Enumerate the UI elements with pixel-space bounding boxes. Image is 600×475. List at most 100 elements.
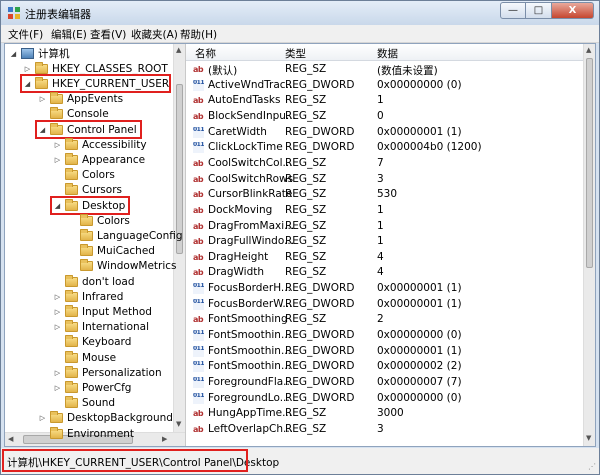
expand-arrow-icon[interactable]: ▷: [38, 414, 47, 423]
registry-value-row[interactable]: ab FontSmoothing REG_SZ 2: [186, 312, 581, 327]
column-header-name[interactable]: 名称: [195, 46, 216, 61]
scroll-down-icon[interactable]: ▼: [176, 420, 181, 428]
value-type-cell: REG_DWORD: [285, 344, 355, 357]
registry-value-row[interactable]: 011 110FocusBorderH...REG_DWORD0x0000000…: [186, 281, 581, 296]
scroll-up-icon[interactable]: ▲: [176, 46, 181, 54]
value-data-cell: 4: [377, 266, 384, 279]
tree-item[interactable]: ▷ HKEY_CLASSES_ROOT: [23, 61, 168, 76]
tree-item[interactable]: Cursors: [53, 183, 122, 198]
collapse-arrow-icon[interactable]: ◢: [53, 201, 62, 210]
registry-value-row[interactable]: ab CoolSwitchRows REG_SZ 3: [186, 172, 581, 187]
tree-item-label: Sound: [82, 397, 116, 410]
registry-value-row[interactable]: 011 110FontSmoothin...REG_DWORD0x0000000…: [186, 328, 581, 343]
registry-value-row[interactable]: 011 110ForegroundFla...REG_DWORD0x000000…: [186, 375, 581, 390]
tree-item[interactable]: ▷ DesktopBackground: [38, 411, 173, 426]
menu-favorites[interactable]: 收藏夹(A): [131, 27, 178, 42]
tree-item[interactable]: LanguageConfig: [68, 228, 183, 243]
tree-item[interactable]: ▷ Accessibility: [53, 137, 147, 152]
registry-value-row[interactable]: ab HungAppTime... REG_SZ 3000: [186, 406, 581, 421]
registry-values-list[interactable]: 名称 类型 数据 ▲ ▼ ab(默认)REG_SZ(数值未设置)011 110A…: [186, 44, 595, 446]
registry-value-row[interactable]: ab CursorBlinkRate REG_SZ 530: [186, 187, 581, 202]
expand-arrow-icon[interactable]: ▷: [23, 64, 32, 73]
registry-value-row[interactable]: ab LeftOverlapCh... REG_SZ 3: [186, 422, 581, 437]
collapse-arrow-icon[interactable]: ◢: [9, 49, 18, 58]
registry-value-row[interactable]: ab DragWidth REG_SZ 4: [186, 265, 581, 280]
menu-file[interactable]: 文件(F): [8, 27, 43, 42]
expand-arrow-icon[interactable]: ▷: [53, 383, 62, 392]
registry-value-row[interactable]: 011 110CaretWidthREG_DWORD0x00000001 (1): [186, 125, 581, 140]
registry-value-row[interactable]: 011 110ForegroundLo...REG_DWORD0x0000000…: [186, 391, 581, 406]
tree-item[interactable]: MuiCached: [68, 244, 155, 259]
column-header-data[interactable]: 数据: [377, 46, 398, 61]
tree-item[interactable]: Environment: [38, 426, 134, 441]
tree-item[interactable]: Colors: [68, 213, 130, 228]
value-type-cell: REG_DWORD: [285, 360, 355, 373]
tree-item[interactable]: ◢ 计算机: [9, 46, 70, 61]
tree-item[interactable]: ◢ Control Panel: [38, 122, 137, 137]
no-expander: [53, 186, 62, 195]
expand-arrow-icon[interactable]: ▷: [38, 95, 47, 104]
expand-arrow-icon[interactable]: ▷: [53, 323, 62, 332]
collapse-arrow-icon[interactable]: ◢: [23, 79, 32, 88]
value-type-cell: REG_DWORD: [285, 376, 355, 388]
registry-value-row[interactable]: 011 110FocusBorderW...REG_DWORD0x0000000…: [186, 297, 581, 312]
folder-icon: [50, 92, 63, 105]
tree-item[interactable]: ◢ Desktop: [53, 198, 125, 213]
tree-item[interactable]: ▷ PowerCfg: [53, 380, 131, 395]
tree-item[interactable]: don't load: [53, 274, 135, 289]
folder-icon: [65, 396, 78, 409]
tree-item[interactable]: ▷ Infrared: [53, 289, 123, 304]
registry-value-row[interactable]: ab AutoEndTasks REG_SZ 1: [186, 93, 581, 108]
menu-view[interactable]: 查看(V): [90, 27, 126, 42]
registry-value-row[interactable]: 011 110ClickLockTimeREG_DWORD0x000004b0 …: [186, 140, 581, 155]
registry-value-row[interactable]: ab CoolSwitchCol... REG_SZ 7: [186, 156, 581, 171]
registry-key-tree[interactable]: ▲ ▼ ◀ ▶ ◢ 计算机 ▷ HKEY_CLASSES_ROOT ◢ HKEY_CURR…: [5, 44, 186, 446]
scroll-right-icon[interactable]: ▶: [162, 435, 167, 443]
menu-edit[interactable]: 编辑(E): [51, 27, 87, 42]
close-icon: X: [568, 5, 577, 16]
maximize-button[interactable]: □: [526, 2, 552, 19]
expand-arrow-icon[interactable]: ▷: [53, 155, 62, 164]
tree-item[interactable]: Mouse: [53, 350, 116, 365]
registry-value-row[interactable]: ab DockMoving REG_SZ 1: [186, 203, 581, 218]
collapse-arrow-icon[interactable]: ◢: [38, 125, 47, 134]
tree-item[interactable]: ▷ Input Method: [53, 304, 152, 319]
minimize-button[interactable]: —: [500, 2, 526, 19]
tree-item[interactable]: ▷ Appearance: [53, 152, 145, 167]
expand-arrow-icon[interactable]: ▷: [53, 368, 62, 377]
registry-value-row[interactable]: 011 110ActiveWndTrac...REG_DWORD0x000000…: [186, 78, 581, 93]
expand-arrow-icon[interactable]: ▷: [53, 140, 62, 149]
registry-value-row[interactable]: ab DragFullWindo... REG_SZ 1: [186, 234, 581, 249]
tree-item[interactable]: ▷ International: [53, 320, 149, 335]
registry-value-row[interactable]: 011 110FontSmoothin...REG_DWORD0x0000000…: [186, 359, 581, 374]
binary-value-icon: 011 110: [193, 345, 204, 357]
registry-value-row[interactable]: ab DragFromMaxi... REG_SZ 1: [186, 219, 581, 234]
tree-item[interactable]: ◢ HKEY_CURRENT_USER: [23, 76, 169, 91]
registry-value-row[interactable]: ab BlockSendInpu... REG_SZ 0: [186, 109, 581, 124]
tree-item[interactable]: Console: [38, 107, 109, 122]
folder-icon: [65, 198, 78, 211]
scroll-down-icon[interactable]: ▼: [586, 434, 591, 442]
resize-grip-icon[interactable]: ⋰: [588, 462, 596, 471]
tree-item[interactable]: ▷ AppEvents: [38, 92, 123, 107]
value-data-cell: 4: [377, 250, 384, 263]
registry-value-row[interactable]: 011 110FontSmoothin...REG_DWORD0x0000000…: [186, 344, 581, 359]
column-header-type[interactable]: 类型: [285, 46, 306, 61]
scroll-up-icon[interactable]: ▲: [586, 46, 591, 54]
minimize-icon: —: [508, 5, 518, 16]
tree-item[interactable]: Sound: [53, 396, 115, 411]
registry-value-row[interactable]: ab DragHeight REG_SZ 4: [186, 250, 581, 265]
title-bar[interactable]: 注册表编辑器 — □ X: [1, 1, 599, 25]
expand-arrow-icon[interactable]: ▷: [53, 307, 62, 316]
list-scroll-thumb[interactable]: [586, 58, 593, 268]
expand-arrow-icon[interactable]: ▷: [53, 292, 62, 301]
tree-item[interactable]: ▷ Personalization: [53, 365, 162, 380]
tree-item[interactable]: Colors: [53, 168, 115, 183]
tree-item[interactable]: WindowMetrics: [68, 259, 177, 274]
tree-item[interactable]: Keyboard: [53, 335, 131, 350]
registry-value-row[interactable]: ab (默认) REG_SZ (数值未设置): [186, 62, 581, 77]
close-button[interactable]: X: [552, 2, 594, 19]
scroll-left-icon[interactable]: ◀: [8, 435, 13, 443]
menu-help[interactable]: 帮助(H): [180, 27, 217, 42]
list-vertical-scrollbar[interactable]: ▲ ▼: [583, 44, 595, 446]
